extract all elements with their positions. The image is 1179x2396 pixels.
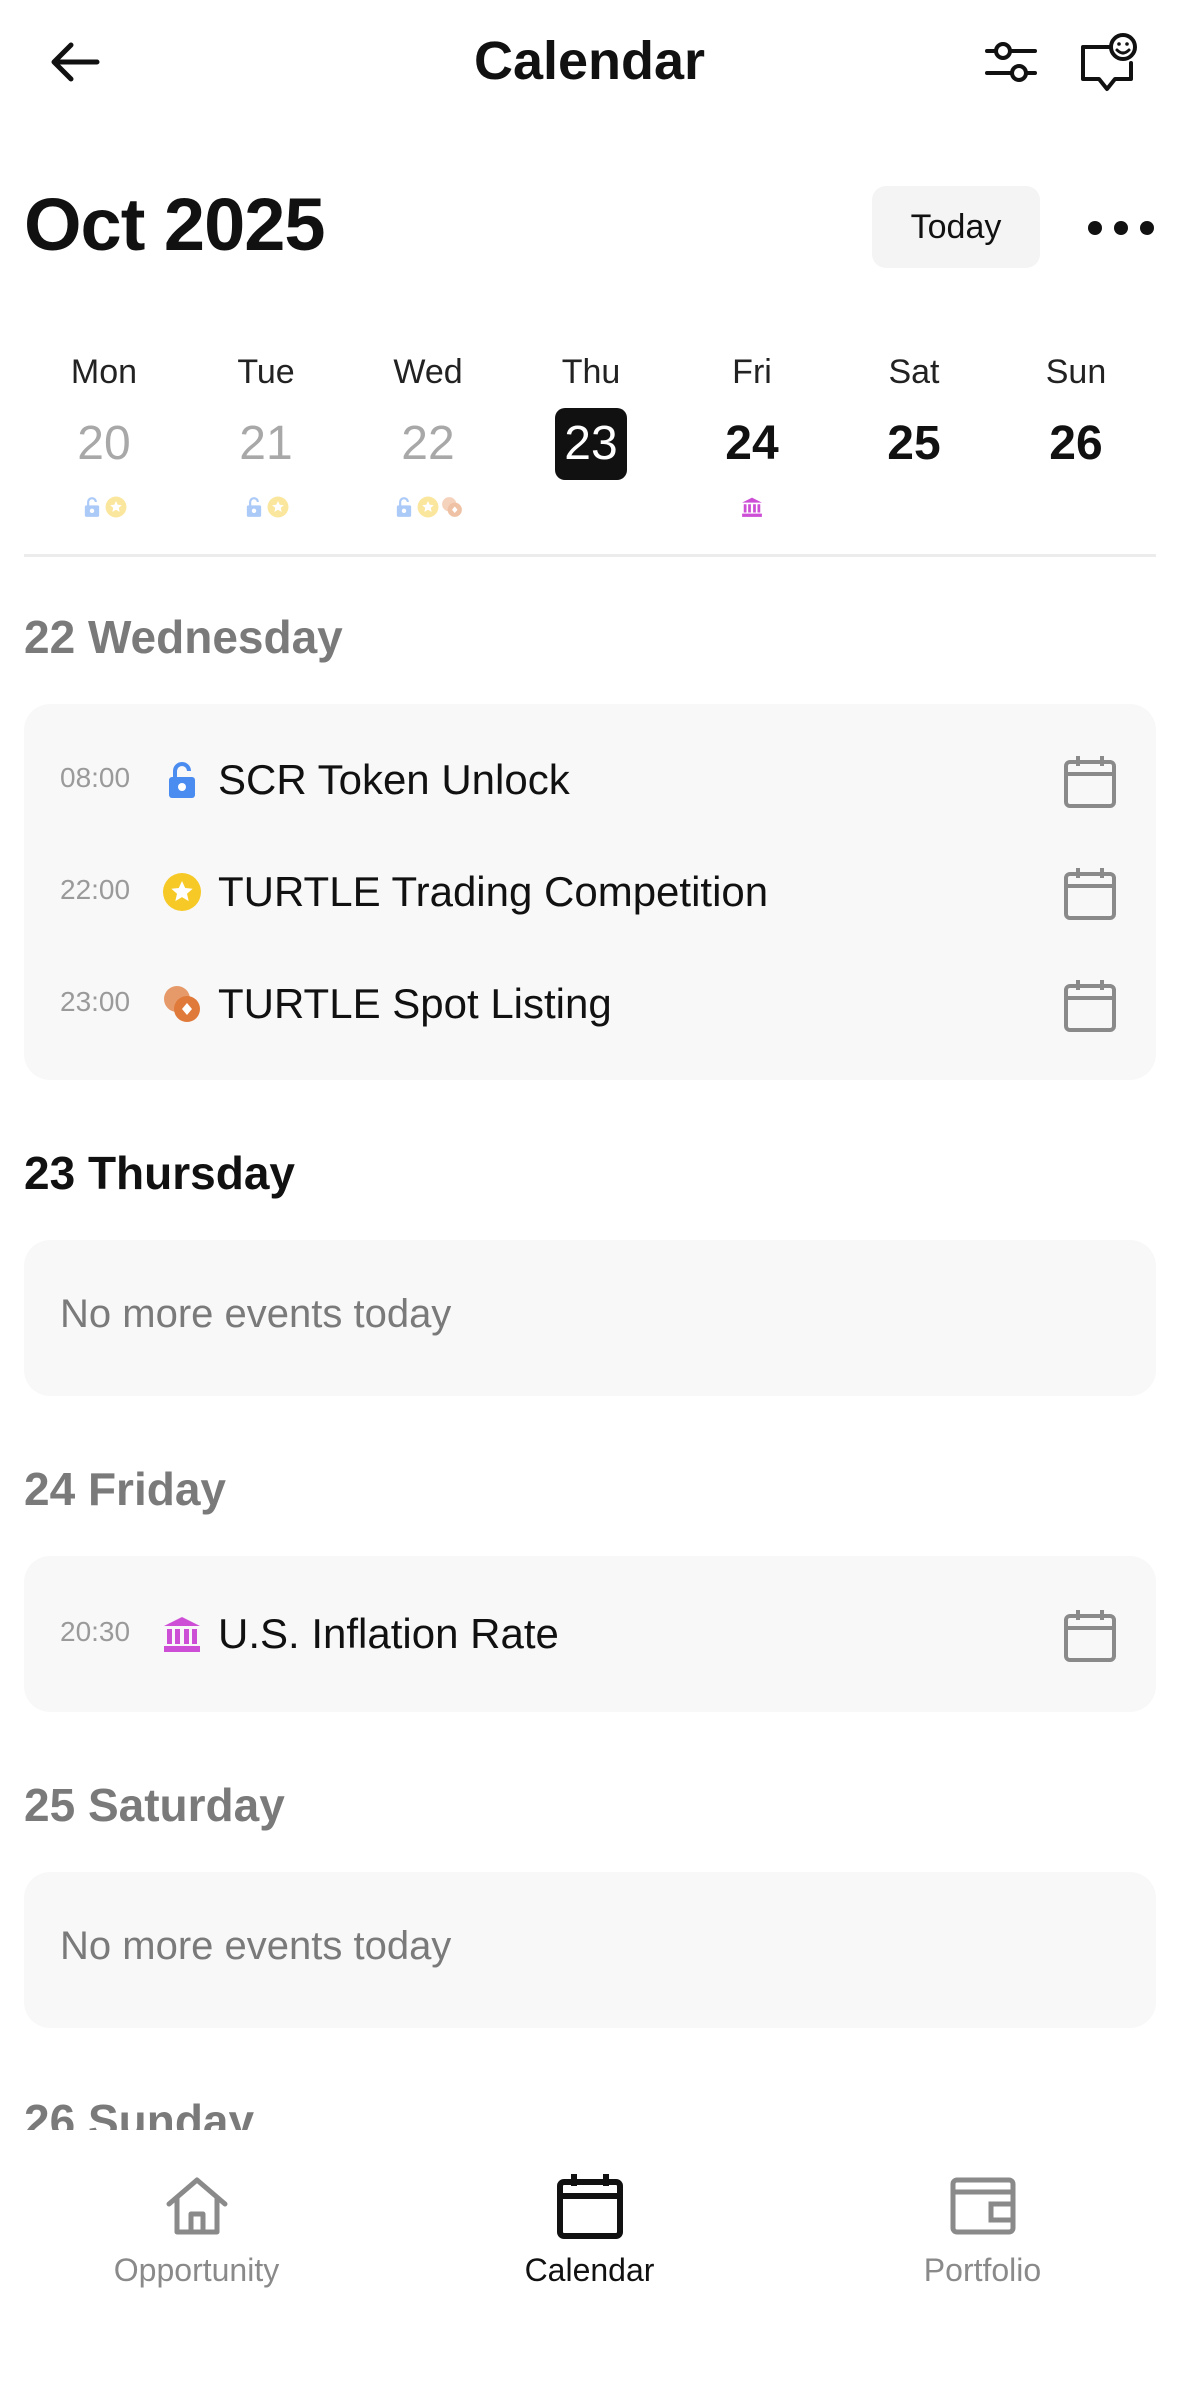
empty-message: No more events today <box>60 1924 452 1968</box>
more-dots-icon <box>1088 221 1102 235</box>
add-to-calendar-icon[interactable] <box>1062 978 1118 1034</box>
day-mon[interactable]: Mon 20 <box>29 350 179 520</box>
month-label: Oct 2025 <box>24 183 326 266</box>
calendar-icon <box>554 2170 626 2242</box>
day-number: 20 <box>77 417 131 470</box>
nav-label: Calendar <box>524 2252 655 2288</box>
macro-icon <box>162 1614 202 1654</box>
unlock-icon <box>162 760 202 800</box>
day-name: Sun <box>1045 353 1107 391</box>
event-time: 20:30 <box>60 1616 131 1647</box>
empty-message: No more events today <box>60 1292 452 1336</box>
events-card: 08:00 SCR Token Unlock 22:00 TURTLE Trading… <box>24 704 1156 1080</box>
day-sat[interactable]: Sat 25 <box>839 350 989 520</box>
event-name: U.S. Inflation Rate <box>218 1610 559 1657</box>
unlock-indicator-icon <box>243 496 265 520</box>
macro-indicator-icon <box>741 496 763 520</box>
feedback-button[interactable] <box>1074 28 1144 98</box>
unlock-indicator-icon <box>393 496 415 520</box>
nav-label: Opportunity <box>113 2252 280 2288</box>
unlock-indicator-icon <box>81 496 103 520</box>
day-thu[interactable]: Thu 23 <box>516 350 666 520</box>
listing-icon <box>162 984 202 1024</box>
day-name: Thu <box>561 353 621 391</box>
day-name: Sat <box>888 353 940 391</box>
event-indicators <box>516 496 666 520</box>
day-sun[interactable]: Sun 26 <box>1001 350 1151 520</box>
home-icon <box>161 2170 233 2242</box>
event-time: 22:00 <box>60 874 131 905</box>
event-name: SCR Token Unlock <box>218 756 570 803</box>
event-row[interactable]: 22:00 TURTLE Trading Competition <box>24 842 1156 942</box>
section-title: 23 Thursday <box>24 1147 295 1199</box>
event-row[interactable]: 23:00 TURTLE Spot Listing <box>24 954 1156 1054</box>
competition-icon <box>162 872 202 912</box>
section-title: 24 Friday <box>24 1463 226 1515</box>
week-strip: Mon 20 Tue 21 Wed 22 Thu 23 Fri 24 Sat 25 Sun 26 <box>0 350 1179 550</box>
empty-card: No more events today <box>24 1872 1156 2028</box>
event-indicators <box>191 496 341 520</box>
nav-portfolio[interactable]: Portfolio <box>786 2130 1179 2289</box>
add-to-calendar-icon[interactable] <box>1062 1608 1118 1664</box>
event-indicators <box>353 496 503 520</box>
section-title: 22 Wednesday <box>24 611 343 663</box>
competition-indicator-icon <box>417 496 439 520</box>
nav-opportunity[interactable]: Opportunity <box>0 2130 393 2289</box>
add-to-calendar-icon[interactable] <box>1062 754 1118 810</box>
event-row[interactable]: 20:30 U.S. Inflation Rate <box>24 1584 1156 1684</box>
event-indicators <box>29 496 179 520</box>
day-number: 24 <box>725 417 779 470</box>
event-indicators <box>677 496 827 520</box>
day-name: Tue <box>237 353 295 391</box>
event-row[interactable]: 08:00 SCR Token Unlock <box>24 730 1156 830</box>
nav-calendar[interactable]: Calendar <box>393 2130 786 2289</box>
top-bar: Calendar <box>0 0 1179 130</box>
event-name: TURTLE Spot Listing <box>218 980 612 1027</box>
day-number: 25 <box>887 417 941 470</box>
day-fri[interactable]: Fri 24 <box>677 350 827 520</box>
wallet-icon <box>947 2170 1019 2242</box>
add-to-calendar-icon[interactable] <box>1062 866 1118 922</box>
filter-button[interactable] <box>978 30 1044 94</box>
more-button[interactable] <box>1088 206 1154 250</box>
day-wed[interactable]: Wed 22 <box>353 350 503 520</box>
event-indicators <box>839 496 989 520</box>
empty-card: No more events today <box>24 1240 1156 1396</box>
day-number: 22 <box>401 417 455 470</box>
section-title: 25 Saturday <box>24 1779 285 1831</box>
day-name: Wed <box>393 353 463 391</box>
day-name: Mon <box>70 353 138 391</box>
day-number: 21 <box>239 417 293 470</box>
chat-smile-icon <box>1081 33 1137 91</box>
week-divider <box>24 554 1156 557</box>
events-card: 20:30 U.S. Inflation Rate <box>24 1556 1156 1712</box>
day-tue[interactable]: Tue 21 <box>191 350 341 520</box>
competition-indicator-icon <box>267 496 289 520</box>
nav-label: Portfolio <box>923 2252 1042 2288</box>
day-number: 23 <box>555 408 627 480</box>
event-time: 23:00 <box>60 986 131 1017</box>
listing-indicator-icon <box>441 496 463 520</box>
bottom-nav: Opportunity Calendar Portfolio <box>0 2130 1179 2396</box>
event-time: 08:00 <box>60 762 131 793</box>
sliders-icon <box>985 42 1037 82</box>
event-name: TURTLE Trading Competition <box>218 868 769 915</box>
today-button[interactable]: Today <box>872 186 1040 268</box>
day-number: 26 <box>1049 417 1103 470</box>
event-indicators <box>1001 496 1151 520</box>
day-name: Fri <box>732 353 772 391</box>
competition-indicator-icon <box>105 496 127 520</box>
